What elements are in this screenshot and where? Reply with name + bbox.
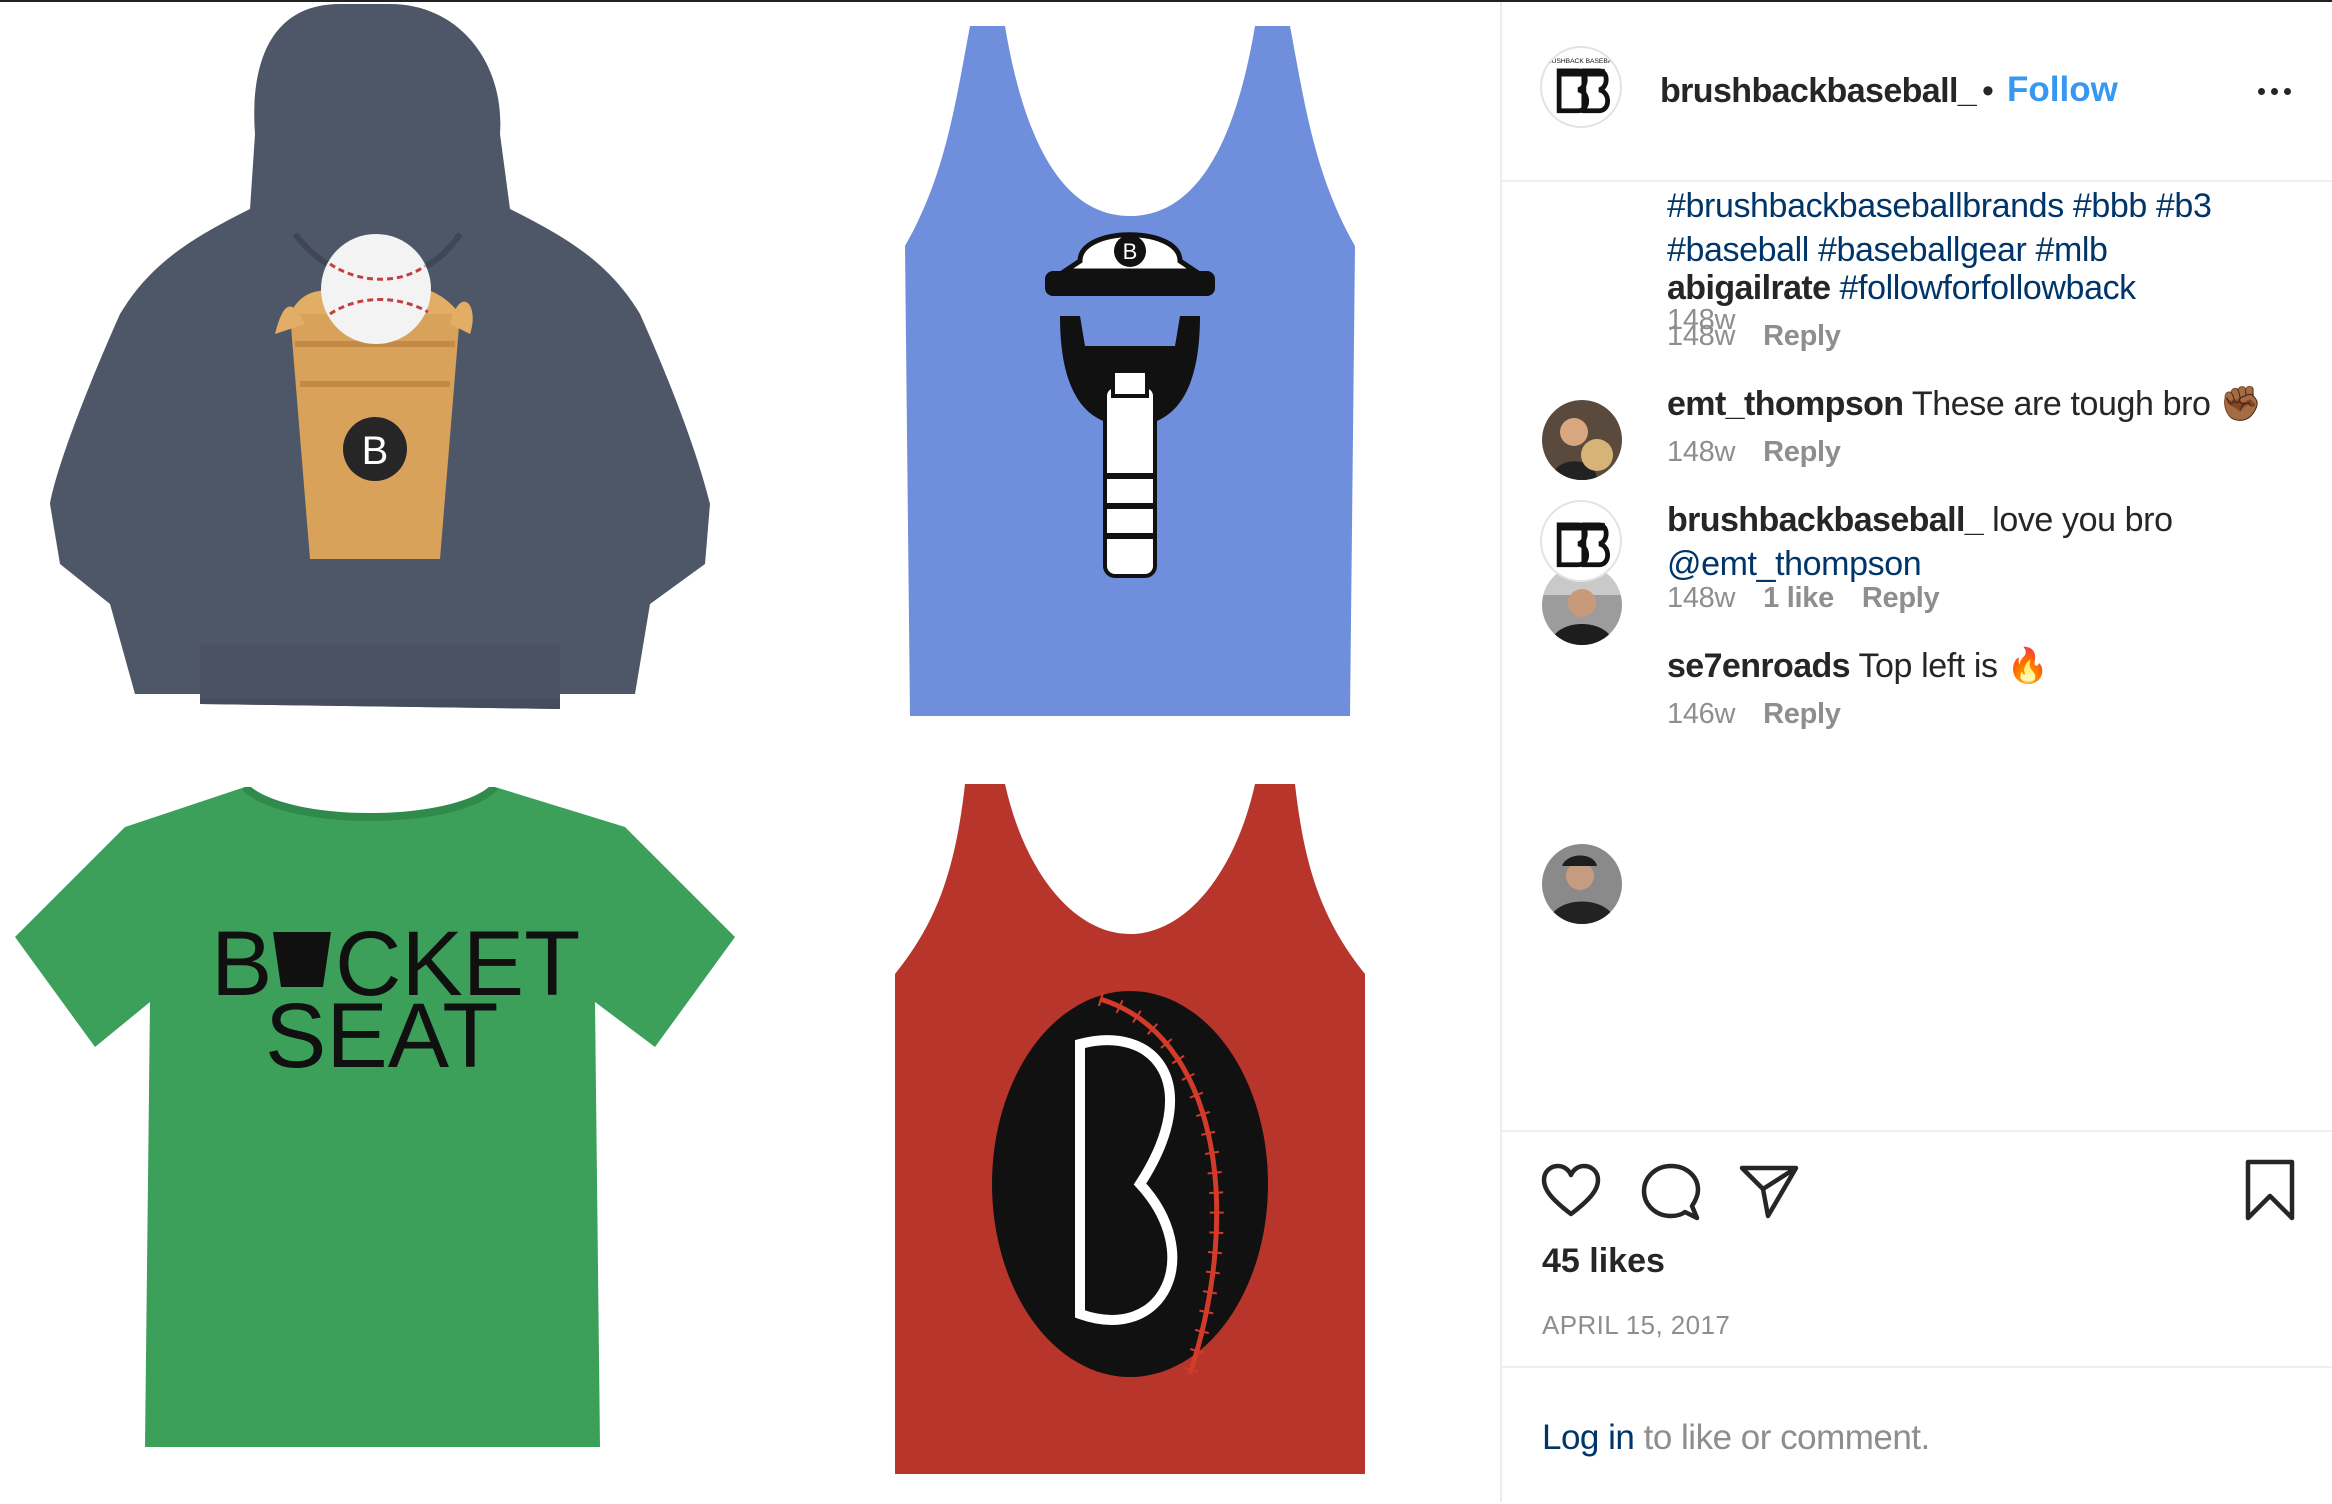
post-details: BRUSHBACK BASEBALL brushbackbaseball_ • …	[1502, 2, 2332, 1502]
comment-meta: 146w Reply	[1667, 698, 1841, 731]
comment-username[interactable]: se7enroads	[1667, 647, 1851, 685]
heart-icon[interactable]	[1540, 1162, 1602, 1220]
commenter-avatar-abigailrate[interactable]	[1542, 400, 1622, 480]
caption-hashtags-line1[interactable]: #brushbackbaseballbrands #bbb #b3	[1667, 184, 2287, 228]
login-prompt-text: Log in to like or comment.	[1542, 1418, 1930, 1458]
bookmark-icon[interactable]	[2242, 1158, 2298, 1222]
comment-body: Top left is 🔥	[1858, 647, 2049, 685]
post-header: BRUSHBACK BASEBALL brushbackbaseball_ • …	[1502, 2, 2332, 182]
reply-button[interactable]: Reply	[1763, 698, 1841, 730]
separator-dot: •	[1982, 72, 1994, 110]
author-username[interactable]: brushbackbaseball_	[1660, 72, 1977, 111]
likes-count[interactable]: 45 likes	[1542, 1242, 1665, 1281]
comment-icon[interactable]	[1640, 1162, 1702, 1224]
comment-age: 146w	[1667, 698, 1736, 730]
post-image[interactable]: B B B CKET SEAT	[0, 2, 1500, 1502]
tee-text-b: B	[211, 913, 272, 1015]
reply-button[interactable]: Reply	[1763, 320, 1841, 352]
comment-item: emt_thompson These are tough bro ✊🏾	[1667, 382, 2287, 426]
comment-item: abigailrate #followforfollowback	[1667, 266, 2287, 310]
comments-list: #brushbackbaseballbrands #bbb #b3 #baseb…	[1502, 182, 2332, 1130]
commenter-avatar-brushbackbaseball[interactable]	[1540, 500, 1622, 582]
comment-item: brushbackbaseball_ love you bro @emt_tho…	[1667, 498, 2287, 586]
gray-hoodie: B	[40, 4, 720, 734]
hoodie-badge-letter: B	[362, 429, 389, 473]
author-avatar[interactable]: BRUSHBACK BASEBALL	[1540, 46, 1622, 128]
follow-button[interactable]: Follow	[2007, 70, 2118, 110]
login-prompt-rest: to like or comment.	[1634, 1418, 1931, 1457]
svg-text:BRUSHBACK BASEBALL: BRUSHBACK BASEBALL	[1542, 58, 1619, 65]
comment-body: These are tough bro ✊🏾	[1911, 385, 2262, 423]
svg-text:B: B	[1123, 239, 1138, 264]
comment-body: love you bro	[1992, 501, 2173, 539]
caption-hashtags: #brushbackbaseballbrands #bbb #b3 #baseb…	[1667, 184, 2287, 272]
comment-meta: 148w Reply	[1667, 320, 1841, 353]
comment-meta: 148w 1 like Reply	[1667, 582, 1940, 615]
post-date: APRIL 15, 2017	[1542, 1310, 1731, 1340]
comment-age: 148w	[1667, 320, 1736, 352]
comment-age: 148w	[1667, 436, 1736, 468]
comment-username[interactable]: abigailrate	[1667, 269, 1831, 307]
action-bar: 45 likes APRIL 15, 2017	[1502, 1130, 2332, 1368]
login-prompt: Log in to like or comment.	[1502, 1366, 2332, 1504]
commenter-avatar-se7enroads[interactable]	[1542, 844, 1622, 924]
more-options-icon[interactable]	[2254, 70, 2298, 110]
login-link[interactable]: Log in	[1542, 1418, 1635, 1457]
reply-button[interactable]: Reply	[1862, 582, 1940, 614]
comment-age: 148w	[1667, 582, 1736, 614]
tee-text-seat: SEAT	[265, 985, 498, 1087]
blue-tank-top: B	[895, 26, 1365, 716]
green-t-shirt: B CKET SEAT	[15, 787, 735, 1457]
comment-item: se7enroads Top left is 🔥	[1667, 644, 2287, 688]
red-tank-top	[885, 784, 1375, 1474]
comment-username[interactable]: emt_thompson	[1667, 385, 1904, 423]
comment-username[interactable]: brushbackbaseball_	[1667, 501, 1984, 539]
comment-meta: 148w Reply	[1667, 436, 1841, 469]
comment-likes[interactable]: 1 like	[1763, 582, 1834, 614]
share-icon[interactable]	[1738, 1162, 1800, 1220]
reply-button[interactable]: Reply	[1763, 436, 1841, 468]
comment-mention[interactable]: @emt_thompson	[1667, 542, 2287, 586]
comment-hashtag[interactable]: #followforfollowback	[1840, 269, 2137, 307]
